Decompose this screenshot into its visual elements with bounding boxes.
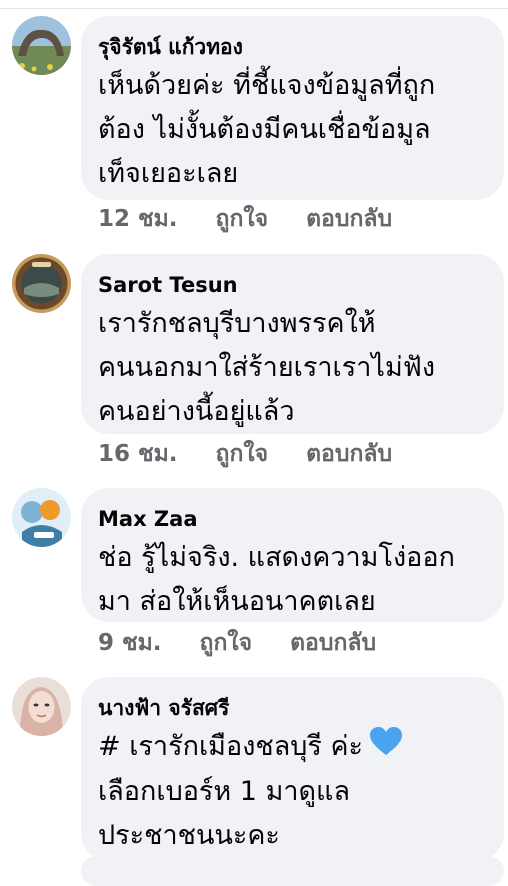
commenter-name[interactable]: นางฟ้า จรัสศรี — [98, 693, 486, 723]
comment-text: # เรารักเมืองชลบุรี ค่ะ เลือกเบอร์ห 1 มา… — [98, 725, 486, 858]
comment-text: เห็นด้วยค่ะ ที่ชี้แจงข้อมูลที่ถูก ต้อง ไ… — [98, 64, 486, 196]
landscape-photo-avatar-icon — [12, 16, 71, 75]
comment-bubble: Sarot Tesun เรารักชลบุรีบางพรรคให้ คนนอก… — [81, 254, 504, 434]
comment-text-line: เห็นด้วยค่ะ ที่ชี้แจงข้อมูลที่ถูก — [98, 70, 436, 101]
like-button[interactable]: ถูกใจ — [216, 441, 269, 467]
avatar[interactable] — [12, 488, 71, 547]
like-button[interactable]: ถูกใจ — [200, 630, 253, 656]
avatar[interactable] — [12, 254, 71, 313]
reply-button[interactable]: ตอบกลับ — [290, 630, 376, 656]
comment-text: เรารักชลบุรีบางพรรคให้ คนนอกมาใส่ร้ายเรา… — [98, 302, 486, 434]
round-badge-avatar-icon — [12, 254, 71, 313]
comment-actions: 9 ชม. ถูกใจ ตอบกลับ — [98, 628, 406, 658]
comment-text-line: ช่อ รู้ไม่จริง. แสดงความโง่ออก — [98, 542, 455, 573]
avatar[interactable] — [12, 16, 71, 75]
comment-text-line: คนนอกมาใส่ร้ายเราเราไม่ฟัง — [98, 352, 436, 383]
comment-text-fragment: # เรารักเมืองชลบุรี ค่ะ — [98, 731, 364, 762]
commenter-name[interactable]: รุจิรัตน์ แก้วทอง — [98, 32, 486, 62]
comment-text: ช่อ รู้ไม่จริง. แสดงความโง่ออก มา ส่อให้… — [98, 536, 486, 624]
comment-actions: 12 ชม. ถูกใจ ตอบกลับ — [98, 204, 422, 234]
comment-bubble: Max Zaa ช่อ รู้ไม่จริง. แสดงความโง่ออก ม… — [81, 488, 504, 622]
comment-text-line: # เรารักเมืองชลบุรี ค่ะ — [98, 725, 486, 770]
comment-timestamp[interactable]: 9 ชม. — [98, 630, 162, 656]
comment-bubble: รุจิรัตน์ แก้วทอง เห็นด้วยค่ะ ที่ชี้แจงข… — [81, 16, 504, 200]
comment-timestamp[interactable]: 16 ชม. — [98, 441, 178, 467]
comment-text-line: ประชาชนนะคะ — [98, 819, 280, 851]
comment-text-line: คนอย่างนี้อยู่แล้ว — [98, 396, 295, 427]
comment-text-line: เรารักชลบุรีบางพรรคให้ — [98, 308, 376, 339]
blue-heart-icon — [369, 726, 403, 770]
comment-text-line: ต้อง ไม่งั้นต้องมีคนเชื่อข้อมูล — [98, 114, 431, 145]
like-button[interactable]: ถูกใจ — [216, 206, 269, 232]
comment-text-line: มา ส่อให้เห็นอนาคตเลย — [98, 586, 376, 617]
comment-text-line: เท็จเยอะเลย — [98, 158, 239, 189]
avatar[interactable] — [12, 677, 71, 736]
comment-text-line: เลือกเบอร์ห 1 มาดูแล — [98, 775, 351, 807]
portrait-avatar-icon — [12, 677, 71, 736]
comment-actions: 16 ชม. ถูกใจ ตอบกลับ — [98, 439, 422, 469]
comment-bubble: นางฟ้า จรัสศรี # เรารักเมืองชลบุรี ค่ะ เ… — [81, 677, 504, 861]
sticker-avatar-icon — [12, 488, 71, 547]
commenter-name[interactable]: Sarot Tesun — [98, 270, 486, 300]
comment-timestamp[interactable]: 12 ชม. — [98, 206, 178, 232]
reply-button[interactable]: ตอบกลับ — [306, 206, 392, 232]
commenter-name[interactable]: Max Zaa — [98, 504, 486, 534]
top-divider — [0, 8, 508, 9]
reply-button[interactable]: ตอบกลับ — [306, 441, 392, 467]
next-comment-bubble — [81, 856, 504, 886]
